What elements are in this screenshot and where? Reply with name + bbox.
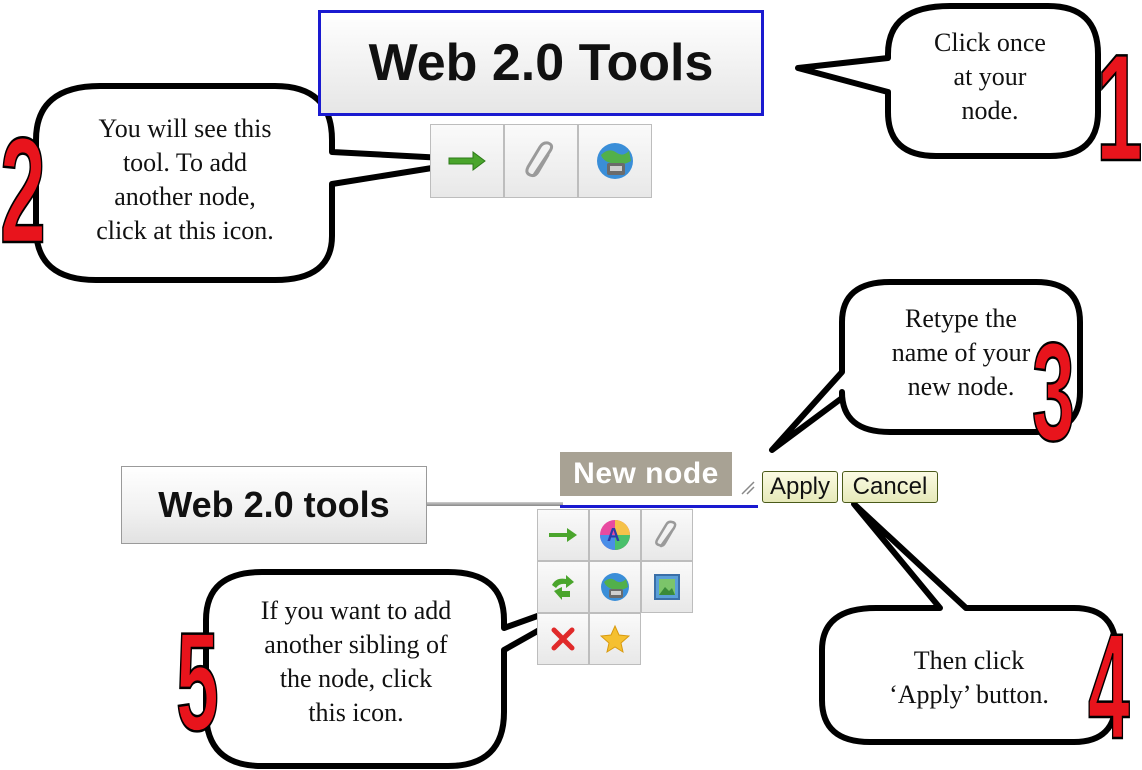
add-child-arrow-icon[interactable] bbox=[430, 124, 504, 198]
star-icon[interactable] bbox=[589, 613, 641, 665]
callout-1-line: at your bbox=[953, 62, 1027, 91]
callout-1-text: Click once at your node. bbox=[890, 26, 1090, 128]
apply-button[interactable]: Apply bbox=[762, 471, 838, 503]
top-node[interactable]: Web 2.0 Tools bbox=[318, 10, 764, 116]
svg-text:A: A bbox=[607, 525, 620, 545]
callout-2-line: tool. To add bbox=[122, 148, 248, 177]
new-node-edge-line bbox=[560, 505, 758, 508]
callout-2-line: another node, bbox=[114, 182, 256, 211]
callout-5-line: this icon. bbox=[308, 698, 404, 727]
callout-4-line: Then click bbox=[913, 646, 1025, 675]
callout-2-line: You will see this bbox=[98, 114, 272, 143]
add-sibling-globe-icon[interactable] bbox=[589, 561, 641, 613]
callout-2-text: You will see this tool. To add another n… bbox=[50, 112, 320, 248]
attachment-clip-icon[interactable] bbox=[641, 509, 693, 561]
callout-1-line: node. bbox=[961, 96, 1019, 125]
callout-3-text: Retype the name of your new node. bbox=[846, 302, 1076, 404]
delete-x-icon[interactable] bbox=[537, 613, 589, 665]
color-palette-icon[interactable]: A bbox=[589, 509, 641, 561]
cancel-button[interactable]: Cancel bbox=[842, 471, 938, 503]
callout-5-line: If you want to add bbox=[260, 596, 452, 625]
attachment-clip-icon[interactable] bbox=[504, 124, 578, 198]
resize-handle-icon[interactable] bbox=[738, 478, 756, 496]
callout-3-line: Retype the bbox=[905, 304, 1017, 333]
node-connector-line bbox=[427, 502, 563, 506]
top-node-label: Web 2.0 Tools bbox=[368, 34, 714, 92]
callout-4-line: ‘Apply’ button. bbox=[889, 680, 1049, 709]
callout-3-line: name of your bbox=[891, 338, 1031, 367]
callout-4-text: Then click ‘Apply’ button. bbox=[834, 644, 1104, 712]
callout-2-line: click at this icon. bbox=[96, 216, 274, 245]
add-child-arrow-icon[interactable] bbox=[537, 509, 589, 561]
callout-5-line: the node, click bbox=[279, 664, 433, 693]
image-icon[interactable] bbox=[641, 561, 693, 613]
new-node-name-input[interactable]: New node bbox=[560, 452, 732, 496]
add-sibling-globe-icon[interactable] bbox=[578, 124, 652, 198]
swap-arrows-icon[interactable] bbox=[537, 561, 589, 613]
callout-5-line: another sibling of bbox=[264, 630, 448, 659]
callout-1-line: Click once bbox=[934, 28, 1046, 57]
bottom-node[interactable]: Web 2.0 tools bbox=[121, 466, 427, 544]
bottom-node-label: Web 2.0 tools bbox=[158, 484, 390, 525]
callout-5-text: If you want to add another sibling of th… bbox=[222, 594, 490, 730]
callout-3-line: new node. bbox=[907, 372, 1015, 401]
